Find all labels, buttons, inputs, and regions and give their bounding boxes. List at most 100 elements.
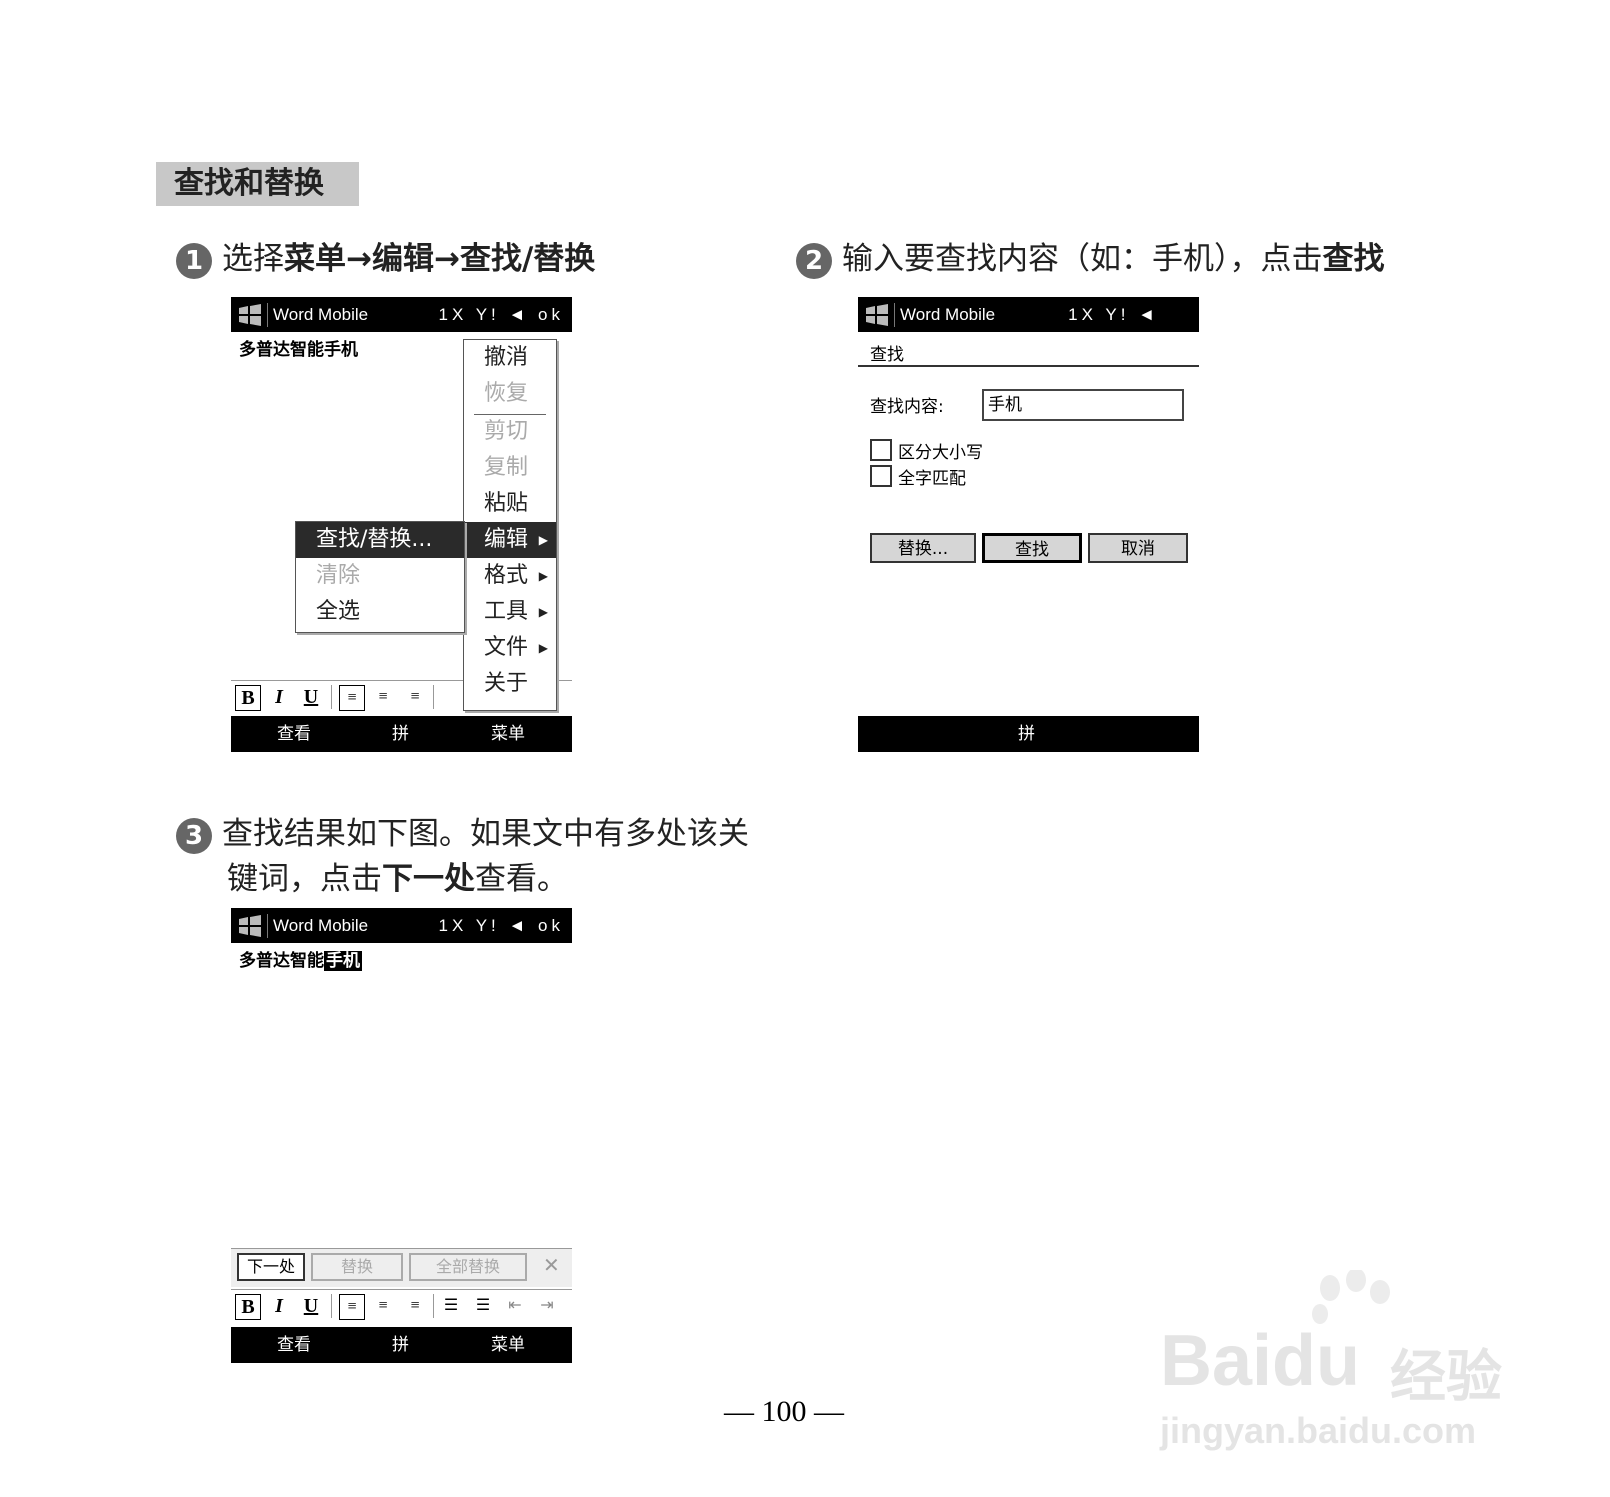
bullet-list-icon[interactable]: ☰ xyxy=(471,1294,495,1318)
menu-item-tools[interactable]: 工具 ▶ xyxy=(464,594,556,630)
search-match-highlight: 手机 xyxy=(324,951,362,971)
main-menu: 撤消 恢复 剪切 复制 粘贴 编辑 ▶ 格式 ▶ 工具 ▶ 文件 ▶ 关于 xyxy=(463,339,557,711)
numbered-list-icon[interactable]: ☰ xyxy=(439,1294,463,1318)
next-match-button[interactable]: 下一处 xyxy=(237,1253,305,1281)
step-2-number: 2 xyxy=(796,242,832,279)
status-icons[interactable]: 1X Y! ◄ ok xyxy=(439,908,565,943)
menu-item-edit-label: 编辑 xyxy=(484,527,529,552)
softkey-bar: 查看 拼 菜单 xyxy=(231,716,572,752)
page-number: — 100 — xyxy=(724,1395,844,1428)
submenu-item-clear[interactable]: 清除 xyxy=(296,558,464,594)
submenu-arrow-icon: ▶ xyxy=(538,533,548,547)
bold-button[interactable]: B xyxy=(235,1294,261,1320)
status-icons[interactable]: 1X Y! ◄ xyxy=(1068,297,1159,332)
step-3-line-1: 查找结果如下图。如果文中有多处该关 xyxy=(222,816,749,852)
step-1-arrow-1: → xyxy=(346,241,372,277)
step-1-text: 选择 xyxy=(222,241,284,277)
menu-item-cut[interactable]: 剪切 xyxy=(464,414,556,450)
find-button[interactable]: 查找 xyxy=(982,533,1082,563)
menu-item-tools-label: 工具 xyxy=(484,599,529,624)
screen-1-menu: Word Mobile 1X Y! ◄ ok 多普达智能手机 B I U ≡ ≡… xyxy=(231,297,572,752)
watermark-brand: Baidu xyxy=(1160,1320,1360,1402)
app-title: Word Mobile xyxy=(273,305,369,324)
softkey-middle[interactable]: 拼 xyxy=(392,716,409,752)
bold-button[interactable]: B xyxy=(235,685,261,711)
menu-item-format[interactable]: 格式 ▶ xyxy=(464,558,556,594)
menu-item-copy[interactable]: 复制 xyxy=(464,450,556,486)
menu-item-redo[interactable]: 恢复 xyxy=(464,376,556,412)
step-2-text: 输入要查找内容（如：手机），点击 xyxy=(842,241,1323,277)
italic-button[interactable]: I xyxy=(267,685,291,709)
status-icons[interactable]: 1X Y! ◄ ok xyxy=(439,297,565,332)
align-center-icon[interactable]: ≡ xyxy=(371,1294,395,1318)
screen-3-find-result: Word Mobile 1X Y! ◄ ok 多普达智能 手机 下一处 替换 全部… xyxy=(231,908,572,1363)
dialog-header: 查找 xyxy=(870,345,904,365)
step-1-arrow-2: → xyxy=(433,241,460,277)
align-center-icon[interactable]: ≡ xyxy=(371,685,395,709)
find-input[interactable]: 手机 xyxy=(982,389,1184,421)
replace-toolbar-button[interactable]: 替换 xyxy=(311,1253,403,1281)
menu-item-format-label: 格式 xyxy=(484,563,529,588)
submenu-arrow-icon: ▶ xyxy=(538,605,548,619)
screen-2-find-dialog: Word Mobile 1X Y! ◄ 查找 查找内容: 手机 区分大小写 全字… xyxy=(858,297,1199,752)
windows-start-icon[interactable] xyxy=(237,915,263,937)
title-separator xyxy=(267,914,268,938)
replace-button[interactable]: 替换... xyxy=(870,533,976,563)
softkey-left[interactable]: 查看 xyxy=(277,716,311,752)
menu-item-paste[interactable]: 粘贴 xyxy=(464,486,556,522)
underline-button[interactable]: U xyxy=(299,685,323,709)
app-title: Word Mobile xyxy=(273,916,369,935)
menu-item-file-label: 文件 xyxy=(484,635,529,660)
submenu-arrow-icon: ▶ xyxy=(538,569,548,583)
step-3-line-2: 键词，点击下一处查看。 xyxy=(227,857,568,901)
menu-item-file[interactable]: 文件 ▶ xyxy=(464,630,556,666)
close-icon[interactable]: ✕ xyxy=(543,1253,560,1277)
submenu-item-find-replace[interactable]: 查找/替换... xyxy=(296,522,464,558)
format-toolbar: B I U ≡ ≡ ≡ ☰ ☰ ⇤ ⇥ xyxy=(231,1289,572,1322)
menu-item-undo[interactable]: 撤消 xyxy=(464,340,556,376)
app-title: Word Mobile xyxy=(900,305,996,324)
submenu-item-select-all[interactable]: 全选 xyxy=(296,594,464,630)
step-3-line-2-pre: 键词，点击 xyxy=(227,861,382,897)
submenu-arrow-icon: ▶ xyxy=(538,641,548,655)
align-left-icon[interactable]: ≡ xyxy=(339,1294,365,1320)
windows-start-icon[interactable] xyxy=(237,304,263,326)
section-title: 查找和替换 xyxy=(156,162,359,206)
match-case-checkbox[interactable] xyxy=(870,439,892,461)
find-label: 查找内容: xyxy=(870,397,944,417)
document-text[interactable]: 多普达智能手机 xyxy=(239,335,358,360)
dialog-header-divider xyxy=(858,365,1199,367)
softkey-menu[interactable]: 菜单 xyxy=(491,1327,525,1363)
step-3-bold-next: 下一处 xyxy=(382,861,475,897)
replace-all-button[interactable]: 全部替换 xyxy=(409,1253,527,1281)
cancel-button[interactable]: 取消 xyxy=(1088,533,1188,563)
align-left-icon[interactable]: ≡ xyxy=(339,685,365,711)
decrease-indent-icon[interactable]: ⇤ xyxy=(503,1294,527,1318)
title-bar: Word Mobile 1X Y! ◄ ok xyxy=(231,908,572,943)
underline-button[interactable]: U xyxy=(299,1294,323,1318)
softkey-middle[interactable]: 拼 xyxy=(392,1327,409,1363)
step-1-bold-menu: 菜单 xyxy=(284,241,346,277)
title-separator xyxy=(267,303,268,327)
italic-button[interactable]: I xyxy=(267,1294,291,1318)
match-case-label: 区分大小写 xyxy=(898,443,983,463)
step-1-bold-findreplace: 查找/替换 xyxy=(459,241,596,277)
menu-item-edit[interactable]: 编辑 ▶ xyxy=(464,522,556,558)
softkey-middle[interactable]: 拼 xyxy=(1018,716,1035,752)
step-3-heading: 3 查找结果如下图。如果文中有多处该关 xyxy=(176,812,749,856)
step-3-number: 3 xyxy=(176,817,212,854)
softkey-menu[interactable]: 菜单 xyxy=(491,716,525,752)
menu-item-about[interactable]: 关于 xyxy=(464,666,556,702)
document-text[interactable]: 多普达智能手机 xyxy=(239,946,362,971)
title-bar: Word Mobile 1X Y! ◄ xyxy=(858,297,1199,332)
softkey-left[interactable]: 查看 xyxy=(277,1327,311,1363)
increase-indent-icon[interactable]: ⇥ xyxy=(535,1294,559,1318)
watermark-brand-1: Bai xyxy=(1160,1321,1273,1401)
align-right-icon[interactable]: ≡ xyxy=(403,685,427,709)
windows-start-icon[interactable] xyxy=(864,304,890,326)
whole-word-checkbox[interactable] xyxy=(870,465,892,487)
softkey-bar: 拼 xyxy=(858,716,1199,752)
watermark-brand-2: du xyxy=(1272,1321,1361,1401)
align-right-icon[interactable]: ≡ xyxy=(403,1294,427,1318)
baidu-watermark: Baidu 经验 jingyan.baidu.com xyxy=(1160,1270,1540,1451)
